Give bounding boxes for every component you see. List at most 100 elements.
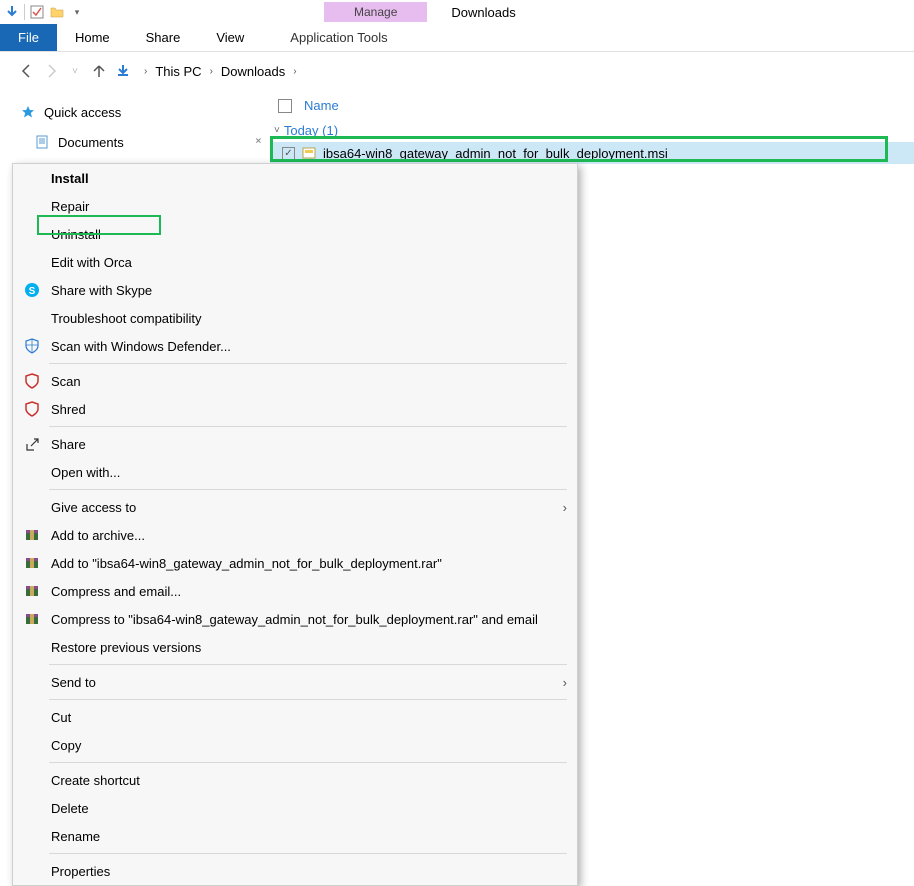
msi-file-icon bbox=[301, 145, 317, 161]
chevron-down-icon: ˅ bbox=[274, 125, 280, 136]
sidebar-quick-access[interactable]: Quick access bbox=[12, 100, 258, 124]
menu-shred[interactable]: Shred bbox=[13, 395, 577, 423]
dropdown-caret-icon[interactable]: ▾ bbox=[69, 4, 85, 20]
menu-separator bbox=[49, 664, 567, 665]
menu-label: Add to archive... bbox=[51, 528, 567, 543]
menu-label: Add to "ibsa64-win8_gateway_admin_not_fo… bbox=[51, 556, 567, 571]
menu-separator bbox=[49, 762, 567, 763]
file-checkbox[interactable]: ✓ bbox=[282, 147, 295, 160]
manage-contextual-tab[interactable]: Manage bbox=[324, 2, 427, 22]
menu-delete[interactable]: Delete bbox=[13, 794, 577, 822]
menu-repair[interactable]: Repair bbox=[13, 192, 577, 220]
share-icon bbox=[23, 435, 41, 453]
navigation-bar: ˅ › This PC › Downloads › bbox=[0, 52, 914, 90]
menu-separator bbox=[49, 489, 567, 490]
menu-defender[interactable]: Scan with Windows Defender... bbox=[13, 332, 577, 360]
menu-compress-email[interactable]: Compress and email... bbox=[13, 577, 577, 605]
column-name-header[interactable]: Name bbox=[304, 98, 339, 113]
folder-icon bbox=[49, 4, 65, 20]
menu-label: Cut bbox=[51, 710, 567, 725]
menu-label: Share bbox=[51, 437, 567, 452]
menu-label: Send to bbox=[51, 675, 553, 690]
menu-install[interactable]: Install bbox=[13, 164, 577, 192]
skype-icon: S bbox=[23, 281, 41, 299]
title-bar: ▾ Manage Downloads bbox=[0, 0, 914, 24]
tab-file[interactable]: File bbox=[0, 24, 57, 51]
menu-label: Properties bbox=[51, 864, 567, 879]
sidebar-documents[interactable]: Documents bbox=[26, 130, 258, 154]
up-button[interactable] bbox=[90, 62, 108, 80]
chevron-right-icon[interactable]: › bbox=[210, 66, 213, 77]
menu-label: Install bbox=[51, 171, 567, 186]
chevron-right-icon: › bbox=[563, 675, 567, 690]
menu-open-with[interactable]: Open with... bbox=[13, 458, 577, 486]
menu-share-skype[interactable]: S Share with Skype bbox=[13, 276, 577, 304]
tab-home[interactable]: Home bbox=[57, 24, 128, 51]
document-icon bbox=[34, 134, 50, 150]
sidebar-item-label: Quick access bbox=[44, 105, 121, 120]
shield-icon bbox=[23, 337, 41, 355]
breadcrumb-downloads[interactable]: Downloads bbox=[217, 62, 289, 81]
select-all-checkbox[interactable] bbox=[278, 99, 292, 113]
chevron-right-icon[interactable]: › bbox=[293, 66, 296, 77]
menu-label: Scan with Windows Defender... bbox=[51, 339, 567, 354]
menu-label: Shred bbox=[51, 402, 567, 417]
menu-cut[interactable]: Cut bbox=[13, 703, 577, 731]
pin-icon[interactable] bbox=[252, 137, 262, 147]
forward-button[interactable] bbox=[42, 62, 60, 80]
menu-edit-orca[interactable]: Edit with Orca bbox=[13, 248, 577, 276]
breadcrumb: › This PC › Downloads › bbox=[144, 62, 297, 81]
menu-label: Create shortcut bbox=[51, 773, 567, 788]
menu-label: Copy bbox=[51, 738, 567, 753]
menu-label: Compress and email... bbox=[51, 584, 567, 599]
menu-separator bbox=[49, 363, 567, 364]
menu-add-archive[interactable]: Add to archive... bbox=[13, 521, 577, 549]
back-button[interactable] bbox=[18, 62, 36, 80]
ribbon-tabs: File Home Share View Application Tools bbox=[0, 24, 914, 52]
menu-add-to-rar[interactable]: Add to "ibsa64-win8_gateway_admin_not_fo… bbox=[13, 549, 577, 577]
file-row[interactable]: ✓ ibsa64-win8_gateway_admin_not_for_bulk… bbox=[270, 142, 914, 164]
checkbox-icon[interactable] bbox=[29, 4, 45, 20]
menu-copy[interactable]: Copy bbox=[13, 731, 577, 759]
file-name: ibsa64-win8_gateway_admin_not_for_bulk_d… bbox=[323, 146, 668, 161]
menu-send-to[interactable]: Send to › bbox=[13, 668, 577, 696]
mcafee-icon bbox=[23, 400, 41, 418]
menu-share[interactable]: Share bbox=[13, 430, 577, 458]
group-today[interactable]: ˅ Today (1) bbox=[270, 119, 914, 142]
menu-label: Rename bbox=[51, 829, 567, 844]
recent-dropdown-icon[interactable]: ˅ bbox=[66, 62, 84, 80]
tab-application-tools[interactable]: Application Tools bbox=[272, 24, 405, 51]
menu-scan[interactable]: Scan bbox=[13, 367, 577, 395]
menu-label: Troubleshoot compatibility bbox=[51, 311, 567, 326]
menu-label: Repair bbox=[51, 199, 567, 214]
breadcrumb-this-pc[interactable]: This PC bbox=[151, 62, 205, 81]
menu-label: Share with Skype bbox=[51, 283, 567, 298]
tab-view[interactable]: View bbox=[198, 24, 262, 51]
menu-label: Edit with Orca bbox=[51, 255, 567, 270]
chevron-right-icon: › bbox=[563, 500, 567, 515]
chevron-right-icon[interactable]: › bbox=[144, 66, 147, 77]
download-arrow-icon bbox=[4, 4, 20, 20]
separator bbox=[24, 4, 25, 20]
menu-restore-versions[interactable]: Restore previous versions bbox=[13, 633, 577, 661]
sidebar-item-label: Documents bbox=[58, 135, 124, 150]
menu-uninstall[interactable]: Uninstall bbox=[13, 220, 577, 248]
winrar-icon bbox=[23, 610, 41, 628]
svg-text:S: S bbox=[29, 286, 36, 297]
menu-rename[interactable]: Rename bbox=[13, 822, 577, 850]
menu-compress-to-email[interactable]: Compress to "ibsa64-win8_gateway_admin_n… bbox=[13, 605, 577, 633]
menu-label: Delete bbox=[51, 801, 567, 816]
star-icon bbox=[20, 104, 36, 120]
menu-label: Scan bbox=[51, 374, 567, 389]
context-menu: Install Repair Uninstall Edit with Orca … bbox=[12, 163, 578, 886]
tab-share[interactable]: Share bbox=[128, 24, 199, 51]
menu-label: Give access to bbox=[51, 500, 553, 515]
menu-create-shortcut[interactable]: Create shortcut bbox=[13, 766, 577, 794]
menu-troubleshoot[interactable]: Troubleshoot compatibility bbox=[13, 304, 577, 332]
winrar-icon bbox=[23, 526, 41, 544]
winrar-icon bbox=[23, 582, 41, 600]
menu-properties[interactable]: Properties bbox=[13, 857, 577, 885]
window-title: Downloads bbox=[451, 5, 515, 20]
menu-label: Restore previous versions bbox=[51, 640, 567, 655]
menu-give-access[interactable]: Give access to › bbox=[13, 493, 577, 521]
